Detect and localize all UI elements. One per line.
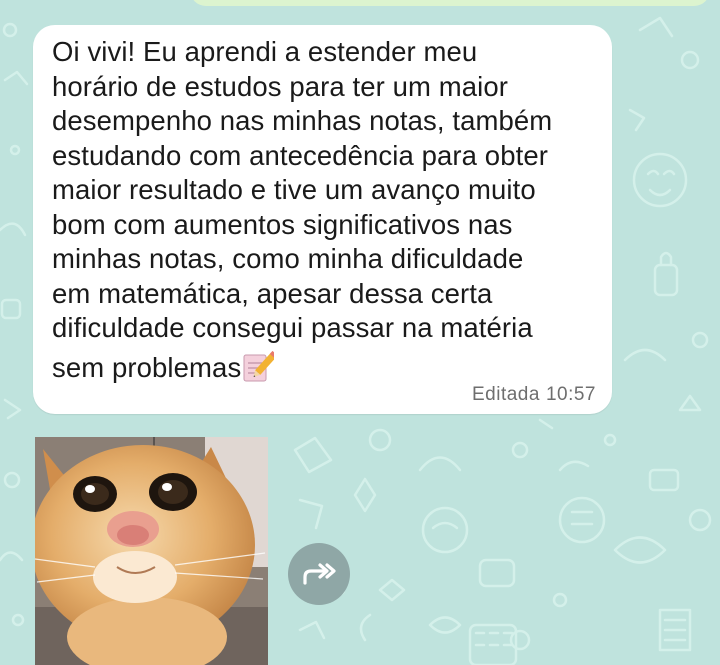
message-line: em matemática, apesar dessa certa — [52, 277, 493, 309]
message-time: 10:57 — [545, 384, 596, 405]
cat-image — [35, 437, 268, 665]
message-bubble[interactable]: Oi vivi! Eu aprendi a estender meu horár… — [33, 25, 612, 414]
message-line: Oi vivi! Eu aprendi a estender meu — [52, 36, 478, 67]
message-line: estudando com antecedência para obter — [52, 139, 548, 171]
memo-icon — [243, 350, 275, 381]
forward-icon — [303, 563, 336, 585]
message-line: bom com aumentos significativos nas — [52, 208, 513, 240]
edited-label: Editada — [472, 384, 540, 405]
message-meta: Editada 10:57 — [472, 384, 596, 406]
message-line: horário de estudos para ter um maior — [52, 70, 509, 102]
message-line: maior resultado e tive um avanço muito — [52, 174, 536, 205]
message-line: desempenho nas minhas notas, também — [52, 105, 553, 136]
message-line: sem problemas — [52, 351, 242, 383]
message-last-line: sem problemas — [52, 350, 607, 386]
message-text: Oi vivi! Eu aprendi a estender meu horár… — [52, 35, 607, 385]
cat-photo[interactable] — [35, 437, 268, 665]
previous-message-bubble[interactable] — [190, 0, 710, 6]
forward-button[interactable] — [288, 543, 350, 605]
message-line: minhas notas, como minha dificuldade — [52, 243, 524, 274]
message-line: dificuldade consegui passar na matéria — [52, 312, 533, 343]
